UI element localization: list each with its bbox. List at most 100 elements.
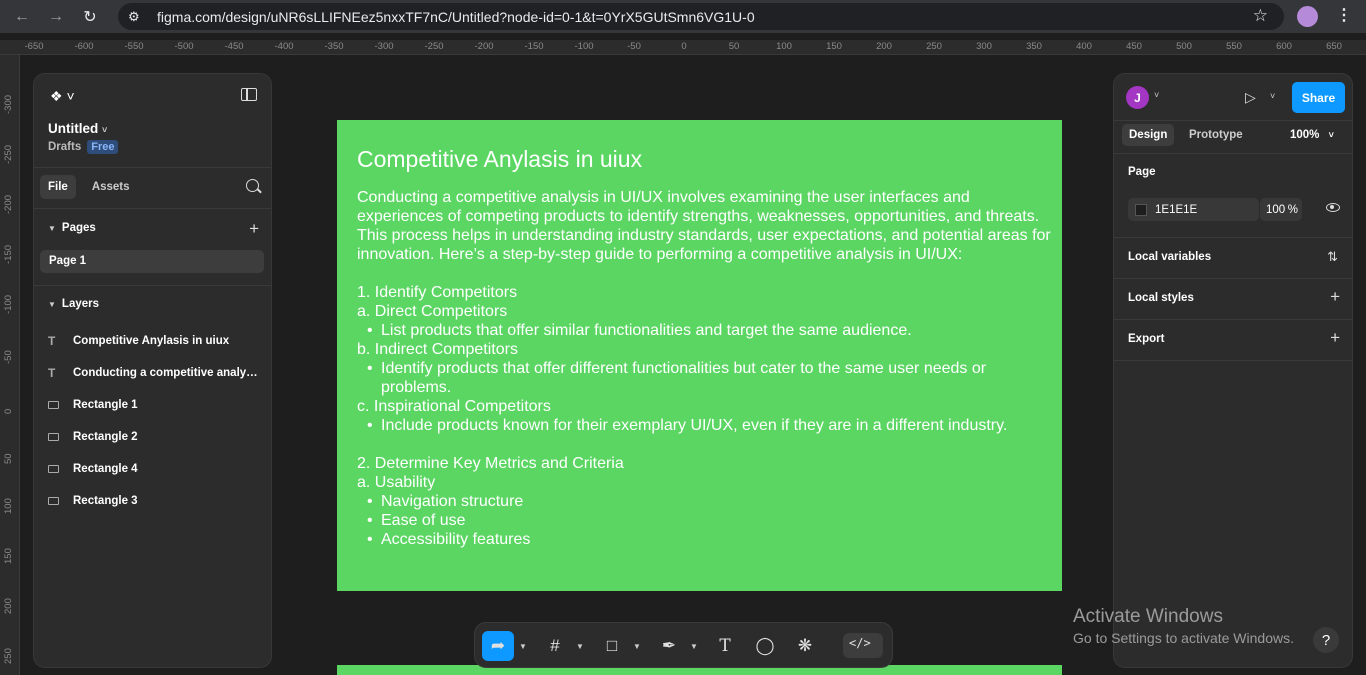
tab-assets[interactable]: Assets (84, 175, 138, 199)
tab-prototype[interactable]: Prototype (1182, 124, 1250, 146)
ruler-tick-label: -250 (3, 144, 14, 164)
ruler-tick-label: -600 (74, 41, 94, 52)
chevron-down-icon[interactable]: ˅ (1154, 90, 1159, 100)
ruler-tick-label: 150 (3, 548, 14, 564)
ruler-tick-label: 550 (1226, 41, 1242, 52)
drafts-label[interactable]: Drafts (48, 141, 81, 153)
present-play-icon[interactable]: ▷ (1245, 89, 1256, 106)
page-item-page-1[interactable]: Page 1 (40, 250, 264, 273)
avatar[interactable]: J (1126, 86, 1149, 109)
ruler-tick-label: 500 (1176, 41, 1192, 52)
chevron-down-icon[interactable]: ▼ (633, 642, 641, 651)
ruler-tick-label: -350 (324, 41, 344, 52)
forward-icon[interactable]: → (44, 5, 68, 29)
chevron-down-icon: ▼ (48, 299, 56, 309)
divider (1114, 278, 1352, 279)
ruler-tick-label: 350 (1026, 41, 1042, 52)
site-settings-icon[interactable]: ⚙ (128, 9, 148, 25)
address-bar[interactable]: ⚙ figma.com/design/uNR6sLLIFNEez5nxxTF7n… (118, 3, 1284, 30)
share-button[interactable]: Share (1292, 82, 1345, 113)
bookmark-star-icon[interactable]: ☆ (1253, 6, 1268, 26)
right-sidebar: J ˅ ▷ ˅ Share Design Prototype 100% ˅ Pa… (1113, 73, 1353, 668)
eye-visibility-icon[interactable] (1326, 203, 1340, 212)
add-style-icon[interactable]: + (1330, 287, 1340, 307)
page-color-field[interactable]: 1E1E1E (1128, 198, 1259, 221)
color-hex-value[interactable]: 1E1E1E (1155, 204, 1197, 216)
frame-body-text[interactable]: Conducting a competitive analysis in UI/… (357, 188, 1057, 549)
local-variables-heading[interactable]: Local variables (1128, 251, 1211, 263)
rectangle-layer-icon (48, 494, 68, 508)
divider (34, 208, 271, 209)
bottom-toolbar: ➦ ▼ # ▼ □ ▼ ✒ ▼ T ◯ ❋ </> (474, 622, 893, 668)
pen-tool-icon[interactable]: ✒ (657, 631, 681, 661)
chevron-down-icon[interactable]: ▼ (576, 642, 584, 651)
layer-label: Conducting a competitive analysis... (73, 367, 263, 379)
bullet-item: Identify products that offer different f… (357, 359, 1057, 397)
browser-menu-icon[interactable]: ⋮ (1336, 5, 1352, 25)
layer-item[interactable]: Rectangle 3 (48, 494, 263, 508)
add-export-icon[interactable]: + (1330, 328, 1340, 348)
horizontal-ruler: -650 -600 -550 -500 -450 -400 -350 -300 -250 -200… (0, 40, 1366, 55)
layer-item[interactable]: T Competitive Anylasis in uiux (48, 334, 263, 348)
dev-mode-toggle[interactable]: </> (843, 633, 883, 658)
comment-tool-icon[interactable]: ◯ (753, 631, 777, 661)
tab-design[interactable]: Design (1122, 124, 1175, 146)
frame-tool-icon[interactable]: # (543, 631, 567, 661)
ruler-tick-label: -50 (3, 350, 14, 364)
ruler-tick-label: -500 (174, 41, 194, 52)
layer-item[interactable]: Rectangle 1 (48, 398, 263, 412)
watermark-line-2: Go to Settings to activate Windows. (1073, 630, 1294, 646)
search-icon[interactable] (246, 179, 259, 192)
divider (1114, 153, 1352, 154)
ruler-tick-label: 0 (3, 408, 14, 414)
canvas-frame-rectangle[interactable]: Competitive Anylasis in uiux Conducting … (337, 120, 1062, 591)
ruler-tick-label: -150 (524, 41, 544, 52)
rectangle-tool-icon[interactable]: □ (600, 631, 624, 661)
back-icon[interactable]: ← (10, 5, 34, 29)
ruler-tick-label: -100 (574, 41, 594, 52)
text-tool-icon[interactable]: T (713, 631, 737, 661)
left-sidebar: ❖ ˅ Untitled ˅ Drafts Free File Assets ▼… (33, 73, 272, 668)
divider (1114, 120, 1352, 121)
text-layer-icon: T (48, 334, 56, 348)
zoom-level: 100% (1290, 129, 1320, 141)
page-opacity-field[interactable]: 100 % (1260, 198, 1302, 221)
layer-item[interactable]: Rectangle 4 (48, 462, 263, 476)
ruler-tick-label: -200 (3, 194, 14, 214)
zoom-dropdown[interactable]: 100% ˅ (1290, 129, 1334, 141)
bullet-item: Navigation structure (357, 492, 1057, 511)
chevron-down-icon[interactable]: ▼ (690, 642, 698, 651)
url-text[interactable]: figma.com/design/uNR6sLLIFNEez5nxxTF7nC/… (157, 9, 755, 25)
export-heading[interactable]: Export (1128, 333, 1164, 345)
frame-title-text[interactable]: Competitive Anylasis in uiux (357, 146, 642, 173)
local-styles-heading[interactable]: Local styles (1128, 292, 1194, 304)
layer-item[interactable]: T Conducting a competitive analysis... (48, 366, 263, 380)
left-tabs: File Assets (40, 175, 138, 199)
opacity-value[interactable]: 100 (1266, 204, 1285, 216)
rectangle-layer-icon (48, 462, 68, 476)
sub-heading: a. Usability (357, 474, 436, 491)
actions-tool-icon[interactable]: ❋ (793, 631, 817, 661)
add-page-icon[interactable]: + (249, 219, 259, 239)
figma-menu-icon[interactable]: ❖ ˅ (50, 88, 75, 105)
layers-section-header[interactable]: ▼ Layers (48, 298, 99, 310)
pages-section-header[interactable]: ▼ Pages (48, 222, 96, 234)
chevron-down-icon[interactable]: ▼ (519, 642, 527, 651)
move-tool-icon[interactable]: ➦ (482, 631, 514, 661)
divider (34, 285, 271, 286)
ruler-tick-label: -200 (474, 41, 494, 52)
sidebar-toggle-icon[interactable] (241, 88, 257, 101)
text-layer-icon: T (48, 366, 56, 380)
watermark-line-1: Activate Windows (1073, 606, 1223, 627)
color-swatch[interactable] (1135, 203, 1147, 216)
variables-settings-icon[interactable]: ⇅ (1327, 249, 1338, 265)
chevron-down-icon: ▼ (48, 223, 56, 233)
reload-icon[interactable]: ↻ (78, 5, 102, 29)
file-name[interactable]: Untitled ˅ (48, 121, 107, 136)
tab-file[interactable]: File (40, 175, 76, 199)
help-button[interactable]: ? (1313, 627, 1339, 653)
layer-label: Rectangle 3 (73, 495, 138, 507)
layer-item[interactable]: Rectangle 2 (48, 430, 263, 444)
chevron-down-icon[interactable]: ˅ (1270, 91, 1275, 101)
browser-profile-avatar[interactable] (1297, 6, 1318, 27)
